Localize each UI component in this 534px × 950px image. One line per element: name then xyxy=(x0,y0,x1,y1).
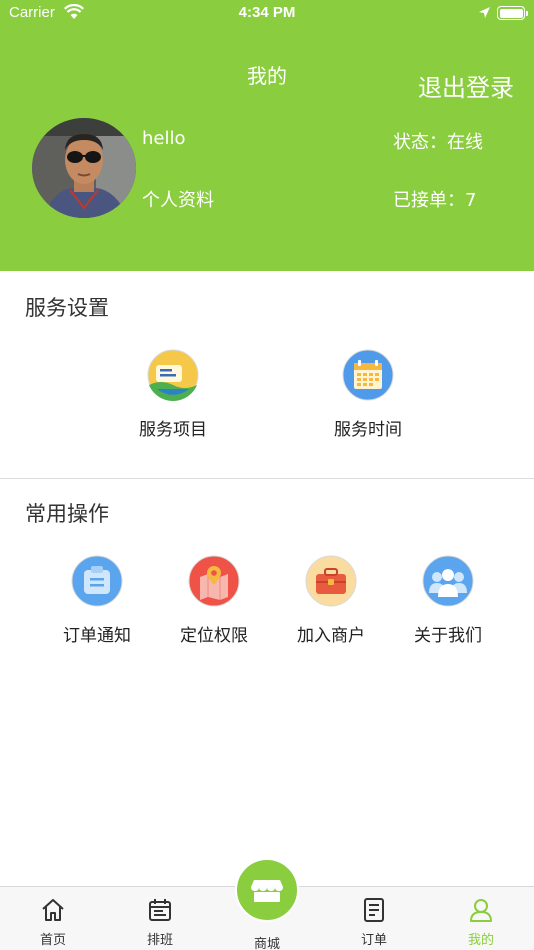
order-notice-label: 订单通知 xyxy=(63,626,131,646)
service-items-button[interactable]: 服务项目 xyxy=(113,349,233,440)
profile-link[interactable]: 个人资料 xyxy=(142,186,214,212)
tab-schedule[interactable]: 排班 xyxy=(120,897,200,948)
location-permission-label: 定位权限 xyxy=(180,626,248,646)
toolbox-icon xyxy=(305,555,357,607)
battery-icon xyxy=(497,6,528,20)
service-time-button[interactable]: 服务时间 xyxy=(308,349,428,440)
schedule-icon xyxy=(149,899,171,921)
location-arrow-icon xyxy=(479,7,490,18)
tab-store[interactable] xyxy=(235,858,299,922)
logout-button[interactable]: 退出登录 xyxy=(418,68,514,103)
tab-mine[interactable]: 我的 xyxy=(441,897,521,948)
about-us-label: 关于我们 xyxy=(414,626,482,646)
calendar-icon xyxy=(342,349,394,401)
tab-orders[interactable]: 订单 xyxy=(334,897,414,948)
order-list-icon xyxy=(364,898,384,922)
join-merchant-label: 加入商户 xyxy=(297,626,365,646)
section-divider xyxy=(0,478,534,479)
service-settings-title: 服务设置 xyxy=(25,296,109,320)
tab-orders-label: 订单 xyxy=(360,933,387,948)
profile-header: Carrier 4:34 PM 我的 退出登录 hello 个人资料 状态：在线… xyxy=(0,0,534,271)
people-icon xyxy=(422,555,474,607)
status-bar: Carrier 4:34 PM xyxy=(0,0,534,28)
tab-mine-label: 我的 xyxy=(467,933,494,948)
home-icon xyxy=(42,899,64,921)
location-permission-button[interactable]: 定位权限 xyxy=(154,555,274,646)
join-merchant-button[interactable]: 加入商户 xyxy=(271,555,391,646)
service-items-label: 服务项目 xyxy=(139,420,207,440)
tab-schedule-label: 排班 xyxy=(146,933,173,948)
online-status: 状态：在线 xyxy=(393,132,483,153)
tab-home[interactable]: 首页 xyxy=(13,897,93,948)
user-icon xyxy=(470,899,492,922)
store-icon xyxy=(251,880,283,902)
tab-store-label: 商城 xyxy=(253,937,280,950)
about-us-button[interactable]: 关于我们 xyxy=(388,555,508,646)
username: hello xyxy=(142,128,186,149)
avatar[interactable] xyxy=(32,118,136,218)
common-ops-title: 常用操作 xyxy=(25,502,109,526)
map-pin-icon xyxy=(188,555,240,607)
order-notice-icon xyxy=(71,555,123,607)
service-time-label: 服务时间 xyxy=(334,420,402,440)
orders-count: 已接单：7 xyxy=(393,190,477,211)
avatar-photo xyxy=(32,118,136,218)
clock: 4:34 PM xyxy=(238,4,296,21)
order-notice-button[interactable]: 订单通知 xyxy=(37,555,157,646)
tab-home-label: 首页 xyxy=(39,933,66,948)
service-items-icon xyxy=(147,349,199,401)
